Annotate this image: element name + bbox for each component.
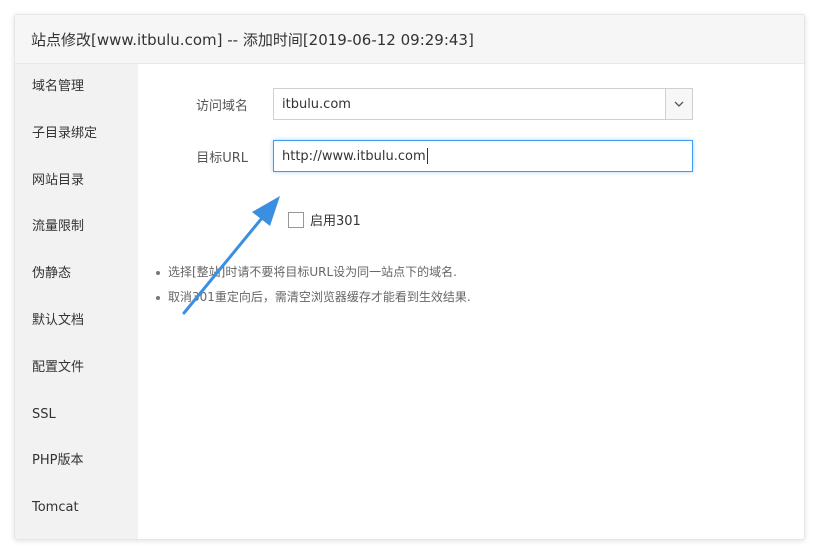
note-item: 取消301重定向后，需清空浏览器缓存才能看到生效结果. <box>156 285 471 310</box>
enable301-label[interactable]: 启用301 <box>310 210 361 229</box>
site-edit-dialog: 站点修改[www.itbulu.com] -- 添加时间[2019-06-12 … <box>14 14 805 540</box>
note-text: 取消301重定向后，需清空浏览器缓存才能看到生效结果. <box>168 290 471 304</box>
sidebar-item-traffic-limit[interactable]: 流量限制 <box>15 204 138 251</box>
content-panel: 访问域名 itbulu.com 目标URL http://www.itbulu.… <box>138 64 804 539</box>
chevron-down-icon[interactable] <box>665 89 692 119</box>
domain-label: 访问域名 <box>195 98 248 114</box>
target-url-row: 目标URL http://www.itbulu.com <box>138 140 693 172</box>
sidebar-item-php-version[interactable]: PHP版本 <box>15 438 138 485</box>
domain-select-value: itbulu.com <box>282 96 351 112</box>
notes-list: 选择[整站]时请不要将目标URL设为同一站点下的域名. 取消301重定向后，需清… <box>156 260 471 310</box>
domain-row: 访问域名 itbulu.com <box>138 88 693 120</box>
domain-select[interactable]: itbulu.com <box>273 88 693 120</box>
bullet-icon <box>156 270 160 275</box>
target-url-input[interactable]: http://www.itbulu.com <box>273 140 693 172</box>
sidebar-item-site-directory[interactable]: 网站目录 <box>15 158 138 205</box>
sidebar: 域名管理 子目录绑定 网站目录 流量限制 伪静态 默认文档 配置文件 SSL P… <box>15 64 138 539</box>
dialog-titlebar: 站点修改[www.itbulu.com] -- 添加时间[2019-06-12 … <box>15 15 804 64</box>
enable301-checkbox[interactable] <box>288 211 304 228</box>
bullet-icon <box>156 295 160 300</box>
sidebar-item-config-file[interactable]: 配置文件 <box>15 345 138 392</box>
sidebar-item-tomcat[interactable]: Tomcat <box>15 485 138 532</box>
target-url-value: http://www.itbulu.com <box>282 148 426 164</box>
sidebar-item-subdirectory-binding[interactable]: 子目录绑定 <box>15 111 138 158</box>
sidebar-item-default-document[interactable]: 默认文档 <box>15 298 138 345</box>
sidebar-item-domain-management[interactable]: 域名管理 <box>15 64 138 111</box>
sidebar-item-rewrite[interactable]: 伪静态 <box>15 251 138 298</box>
text-cursor <box>426 148 428 164</box>
note-item: 选择[整站]时请不要将目标URL设为同一站点下的域名. <box>156 260 471 285</box>
target-url-label: 目标URL <box>196 150 248 166</box>
note-text: 选择[整站]时请不要将目标URL设为同一站点下的域名. <box>168 265 457 279</box>
enable301-row: 启用301 <box>288 210 361 229</box>
dialog-title: 站点修改[www.itbulu.com] -- 添加时间[2019-06-12 … <box>31 30 474 49</box>
sidebar-item-ssl[interactable]: SSL <box>15 392 138 439</box>
